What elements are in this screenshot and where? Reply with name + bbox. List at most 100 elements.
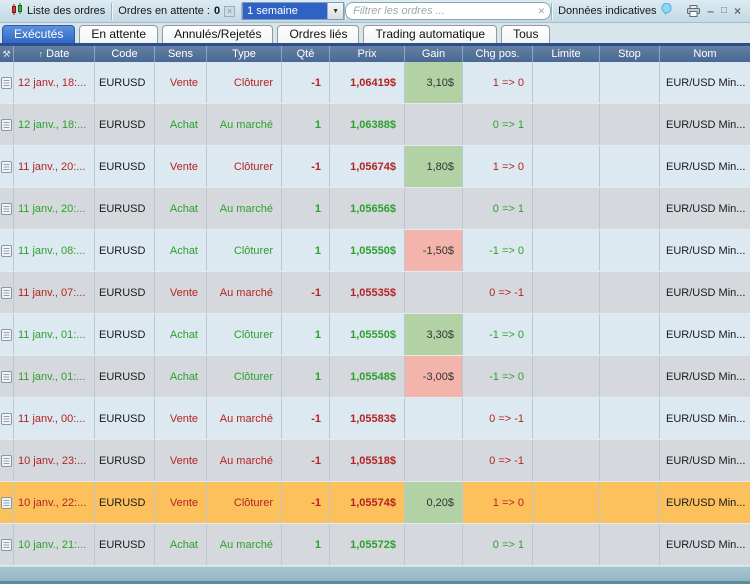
tab-trading-automatique[interactable]: Trading automatique xyxy=(363,25,498,43)
order-price: 1,05656$ xyxy=(330,188,405,229)
order-position-change: 0 => -1 xyxy=(463,272,533,313)
order-date: 12 janv., 18:... xyxy=(14,62,95,103)
clear-filter-icon[interactable]: ✕ xyxy=(538,6,546,17)
tab-tous[interactable]: Tous xyxy=(501,25,551,43)
candlestick-chart-icon xyxy=(11,3,23,19)
order-document-icon[interactable] xyxy=(0,356,14,397)
order-name: EUR/USD Min... xyxy=(666,118,746,131)
order-document-icon[interactable] xyxy=(0,230,14,271)
order-date: 10 janv., 21:... xyxy=(14,524,95,565)
order-stop xyxy=(600,482,660,523)
order-document-icon[interactable] xyxy=(0,62,14,103)
column-header-prix[interactable]: Prix xyxy=(330,46,405,62)
order-date: 11 janv., 08:... xyxy=(14,230,95,271)
order-document-icon[interactable] xyxy=(0,440,14,481)
table-row[interactable]: 11 janv., 08:... EURUSD Achat Clôturer 1 1,05… xyxy=(0,230,750,272)
order-document-icon[interactable] xyxy=(0,188,14,229)
order-code: EURUSD xyxy=(95,398,155,439)
order-position-change: 1 => 0 xyxy=(463,62,533,103)
window-controls: – □ × xyxy=(687,4,745,18)
order-price: 1,05535$ xyxy=(330,272,405,313)
table-row[interactable]: 11 janv., 20:... EURUSD Vente Clôturer -1 1,0… xyxy=(0,146,750,188)
order-stop xyxy=(600,104,660,145)
table-row[interactable]: 11 janv., 20:... EURUSD Achat Au marché 1 1,0… xyxy=(0,188,750,230)
period-select[interactable]: 1 semaine ▼ xyxy=(242,2,345,20)
order-qty: -1 xyxy=(282,482,330,523)
order-document-icon[interactable] xyxy=(0,482,14,523)
column-header-date[interactable]: ↑ Date xyxy=(14,46,95,62)
order-price: 1,06388$ xyxy=(330,104,405,145)
order-date: 11 janv., 01:... xyxy=(14,314,95,355)
column-header-type[interactable]: Type xyxy=(207,46,282,62)
order-gain: 0,20$ xyxy=(405,482,463,523)
column-header-qte[interactable]: Qté xyxy=(282,46,330,62)
table-row[interactable]: 11 janv., 01:... EURUSD Achat Clôturer 1 1,05… xyxy=(0,356,750,398)
order-gain xyxy=(405,524,463,565)
column-header-limite[interactable]: Limite xyxy=(533,46,600,62)
column-header-nom[interactable]: Nom xyxy=(660,46,750,62)
order-code: EURUSD xyxy=(95,146,155,187)
order-qty: -1 xyxy=(282,62,330,103)
cancel-pending-icon[interactable]: × xyxy=(224,5,236,17)
order-gain xyxy=(405,440,463,481)
tab-ordres-lies[interactable]: Ordres liés xyxy=(277,25,360,43)
table-row[interactable]: 10 janv., 21:... EURUSD Achat Au marché 1 1,0… xyxy=(0,524,750,566)
column-header-sens[interactable]: Sens xyxy=(155,46,207,62)
close-button[interactable]: × xyxy=(734,5,741,17)
order-document-icon[interactable] xyxy=(0,104,14,145)
order-document-icon[interactable] xyxy=(0,314,14,355)
table-row[interactable]: 10 janv., 23:... EURUSD Vente Au marché -1 1,… xyxy=(0,440,750,482)
chevron-down-icon[interactable]: ▼ xyxy=(327,3,344,19)
balloon-icon xyxy=(660,2,672,19)
print-icon[interactable] xyxy=(687,4,701,18)
order-document-icon[interactable] xyxy=(0,146,14,187)
maximize-button[interactable]: □ xyxy=(721,6,727,16)
order-qty: 1 xyxy=(282,188,330,229)
column-header-stop[interactable]: Stop xyxy=(600,46,660,62)
table-settings-button[interactable]: ⚒ xyxy=(0,46,14,62)
table-row[interactable]: 11 janv., 00:... EURUSD Vente Au marché -1 1,… xyxy=(0,398,750,440)
indicative-data-label: Données indicatives xyxy=(558,5,657,17)
wrench-icon: ⚒ xyxy=(2,48,11,59)
order-limit xyxy=(533,398,600,439)
column-header-gain[interactable]: Gain xyxy=(405,46,463,62)
table-row[interactable]: 12 janv., 18:... EURUSD Achat Au marché 1 1,0… xyxy=(0,104,750,146)
table-row[interactable]: 12 janv., 18:... EURUSD Vente Clôturer -1 1,0… xyxy=(0,62,750,104)
order-stop xyxy=(600,62,660,103)
table-header: ⚒ ↑ Date Code Sens Type Qté Prix Gain Ch… xyxy=(0,46,750,62)
order-document-icon[interactable] xyxy=(0,272,14,313)
order-gain: 3,30$ xyxy=(405,314,463,355)
order-code: EURUSD xyxy=(95,272,155,313)
period-select-value: 1 semaine xyxy=(243,3,328,19)
order-price: 1,06419$ xyxy=(330,62,405,103)
order-position-change: 0 => 1 xyxy=(463,524,533,565)
order-side: Vente xyxy=(155,146,207,187)
order-position-change: 1 => 0 xyxy=(463,482,533,523)
table-row[interactable]: 10 janv., 22:... EURUSD Vente Clôturer -1 1,0… xyxy=(0,482,750,524)
order-date: 11 janv., 07:... xyxy=(14,272,95,313)
column-header-chg-pos[interactable]: Chg pos. xyxy=(463,46,533,62)
tab-executes[interactable]: Exécutés xyxy=(2,25,76,43)
order-name: EUR/USD Min... xyxy=(666,496,746,509)
order-document-icon[interactable] xyxy=(0,524,14,565)
order-limit xyxy=(533,188,600,229)
order-price: 1,05548$ xyxy=(330,356,405,397)
minimize-button[interactable]: – xyxy=(707,5,714,17)
table-row[interactable]: 11 janv., 07:... EURUSD Vente Au marché -1 1,… xyxy=(0,272,750,314)
sort-ascending-icon: ↑ xyxy=(38,49,44,59)
pending-orders-group: Ordres en attente : 0 × xyxy=(112,0,241,22)
tab-annules-rejetes[interactable]: Annulés/Rejetés xyxy=(162,25,274,43)
order-document-icon[interactable] xyxy=(0,398,14,439)
order-type: Clôturer xyxy=(207,356,282,397)
order-side: Achat xyxy=(155,356,207,397)
table-row[interactable]: 11 janv., 01:... EURUSD Achat Clôturer 1 1,05… xyxy=(0,314,750,356)
order-side: Vente xyxy=(155,272,207,313)
filter-input[interactable] xyxy=(345,2,552,20)
window-title: Liste des ordres xyxy=(27,5,106,17)
order-stop xyxy=(600,230,660,271)
order-position-change: 0 => -1 xyxy=(463,440,533,481)
column-header-code[interactable]: Code xyxy=(95,46,155,62)
order-code: EURUSD xyxy=(95,104,155,145)
order-type: Au marché xyxy=(207,524,282,565)
tab-en-attente[interactable]: En attente xyxy=(79,25,159,43)
